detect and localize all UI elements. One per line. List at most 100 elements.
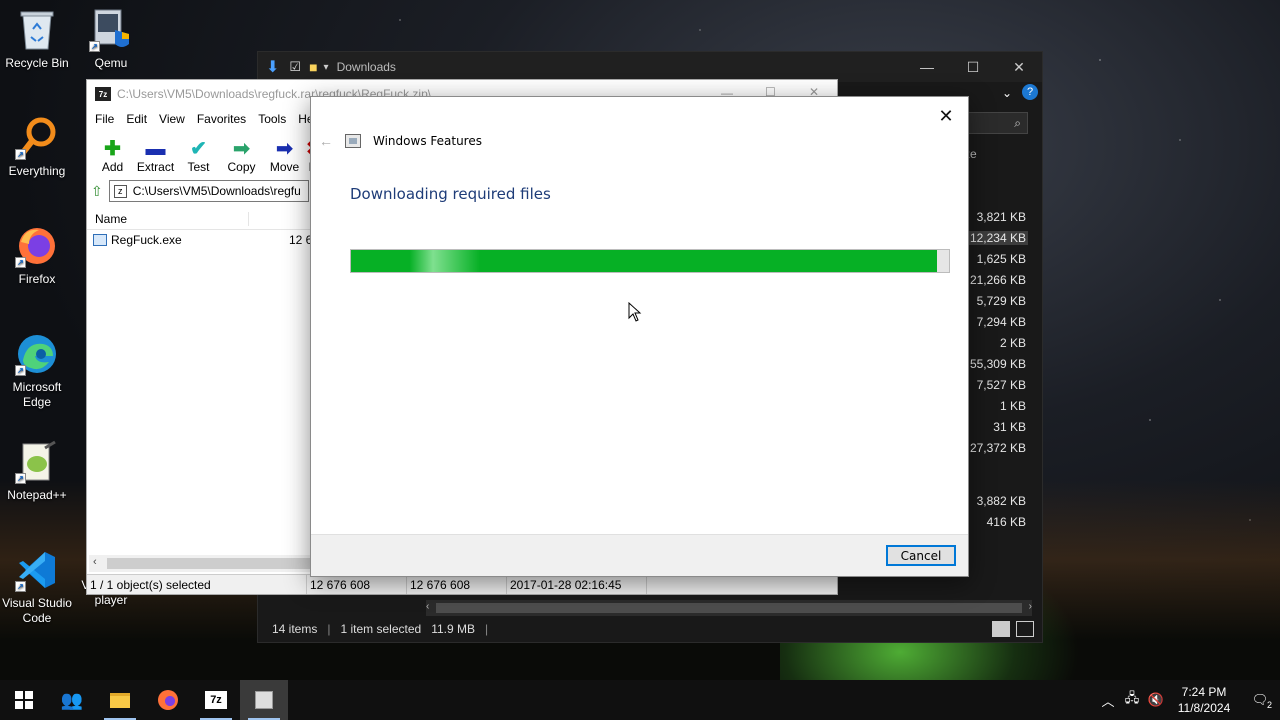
properties-icon[interactable]: ☑: [289, 59, 301, 75]
recycle-bin-icon: [15, 8, 59, 52]
desktop-icon-qemu[interactable]: ↗ Qemu: [74, 8, 148, 71]
taskbar: 👥 7z ︿ 🖧 🔇 7:24 PM 11/8/2024 🗨 2: [0, 680, 1280, 720]
exe-file-icon: [93, 234, 107, 246]
large-icons-view-icon[interactable]: [1016, 621, 1034, 637]
menu-tools[interactable]: Tools: [252, 112, 292, 126]
download-progress-bar: [350, 249, 950, 273]
desktop-icon-vscode[interactable]: ↗ Visual Studio Code: [0, 548, 74, 626]
back-arrow-icon[interactable]: ←: [319, 133, 333, 149]
windows-features-icon: [255, 691, 273, 709]
check-icon: ✔: [190, 138, 207, 160]
clock-date: 11/8/2024: [1177, 701, 1231, 715]
status-size: 12 676 608: [307, 575, 407, 594]
everything-search-icon: ↗: [15, 116, 59, 160]
desktop-icon-edge[interactable]: ↗ Microsoft Edge: [0, 332, 74, 410]
vscode-icon: ↗: [15, 548, 59, 592]
minus-icon: ▬: [145, 138, 166, 160]
help-icon[interactable]: ?: [1022, 84, 1038, 100]
clock[interactable]: 7:24 PM 11/8/2024: [1168, 684, 1240, 716]
selected-count: 1 item selected: [340, 622, 422, 636]
dialog-title: Windows Features: [373, 134, 482, 148]
cancel-button[interactable]: Cancel: [886, 545, 956, 566]
show-hidden-icons-chevron-icon[interactable]: ︿: [1096, 691, 1120, 710]
shortcut-arrow-icon: ↗: [89, 41, 100, 52]
sevenzip-icon: 7z: [205, 691, 227, 709]
details-view-icon[interactable]: [992, 621, 1010, 637]
progress-fill: [351, 250, 938, 272]
up-folder-icon[interactable]: ⇧: [91, 183, 103, 200]
shortcut-arrow-icon: ↗: [15, 473, 26, 484]
shortcut-arrow-icon: ↗: [15, 581, 26, 592]
search-icon: ⌕: [1014, 116, 1021, 130]
dialog-footer: Cancel: [311, 534, 968, 576]
menu-favorites[interactable]: Favorites: [191, 112, 252, 126]
firefox-icon: [158, 690, 178, 710]
folder-icon: ■: [309, 59, 318, 75]
close-button[interactable]: ✕: [930, 101, 962, 131]
file-explorer-icon: [110, 692, 130, 708]
desktop-icon-notepadpp[interactable]: ↗ Notepad++: [0, 440, 74, 503]
status-heading: Downloading required files: [350, 185, 551, 203]
status-packed: 12 676 608: [407, 575, 507, 594]
notification-center-icon[interactable]: 🗨 2: [1240, 692, 1280, 710]
column-header-size[interactable]: ze: [964, 147, 1004, 161]
taskbar-app-firefox[interactable]: [144, 680, 192, 720]
archive-icon: z: [113, 184, 127, 198]
edge-icon: ↗: [15, 332, 59, 376]
desktop-icon-everything[interactable]: ↗ Everything: [0, 116, 74, 179]
notepadpp-icon: ↗: [15, 440, 59, 484]
scroll-left-icon[interactable]: ‹: [93, 556, 97, 568]
scrollbar-thumb[interactable]: [107, 558, 311, 569]
notification-count: 2: [1266, 700, 1272, 710]
extract-button[interactable]: ▬ Extract: [134, 138, 177, 174]
menu-view[interactable]: View: [153, 112, 191, 126]
shortcut-arrow-icon: ↗: [15, 365, 26, 376]
move-button[interactable]: ➡ Move: [263, 138, 306, 174]
desktop-icon-recycle-bin[interactable]: Recycle Bin: [0, 8, 74, 71]
people-icon: 👥: [60, 689, 84, 710]
taskbar-app-7zip[interactable]: 7z: [192, 680, 240, 720]
minimize-button[interactable]: —: [904, 52, 950, 82]
system-tray: ︿ 🖧 🔇 7:24 PM 11/8/2024 🗨 2: [1096, 680, 1280, 720]
move-arrow-icon: ➡: [276, 138, 293, 160]
quick-access-dropdown-icon[interactable]: ▾: [324, 62, 329, 73]
add-button[interactable]: ✚ Add: [91, 138, 134, 174]
plus-icon: ✚: [104, 138, 121, 160]
scrollbar-thumb[interactable]: [436, 603, 1022, 613]
test-button[interactable]: ✔ Test: [177, 138, 220, 174]
ribbon-expand-icon[interactable]: ⌄: [1002, 86, 1012, 100]
shortcut-arrow-icon: ↗: [15, 149, 26, 160]
copy-button[interactable]: ➡ Copy: [220, 138, 263, 174]
clock-time: 7:24 PM: [1181, 685, 1227, 699]
windows-features-dialog[interactable]: ✕ ← Windows Features Downloading require…: [310, 96, 969, 577]
horizontal-scrollbar[interactable]: ‹ ›: [426, 600, 1032, 616]
scroll-left-icon[interactable]: ‹: [426, 601, 429, 612]
explorer-title: Downloads: [336, 60, 396, 74]
network-icon[interactable]: 🖧: [1120, 689, 1144, 711]
sevenzip-app-icon: 7z: [95, 87, 111, 101]
taskbar-app-people[interactable]: 👥: [48, 680, 96, 720]
scroll-right-icon[interactable]: ›: [1029, 601, 1032, 612]
taskbar-app-file-explorer[interactable]: [96, 680, 144, 720]
qemu-icon: ↗: [89, 8, 133, 52]
windows-logo-icon: [15, 691, 33, 709]
dialog-nav: ← Windows Features: [319, 133, 482, 149]
volume-muted-icon[interactable]: 🔇: [1144, 692, 1168, 708]
column-name[interactable]: Name: [95, 211, 249, 226]
close-button[interactable]: ✕: [996, 52, 1042, 82]
menu-file[interactable]: File: [89, 112, 120, 126]
horizontal-scrollbar[interactable]: ‹: [89, 555, 311, 572]
explorer-titlebar[interactable]: ⬇ ☑ ■ ▾ Downloads — ☐ ✕: [258, 52, 1042, 82]
firefox-icon: ↗: [15, 224, 59, 268]
windows-features-icon: [345, 134, 361, 148]
search-box[interactable]: ⌕: [968, 112, 1028, 134]
copy-arrow-icon: ➡: [233, 138, 250, 160]
desktop-icon-firefox[interactable]: ↗ Firefox: [0, 224, 74, 287]
start-button[interactable]: [0, 680, 48, 720]
address-input[interactable]: z C:\Users\VM5\Downloads\regfu: [108, 180, 309, 202]
taskbar-app-windows-features[interactable]: [240, 680, 288, 720]
maximize-button[interactable]: ☐: [950, 52, 996, 82]
shortcut-arrow-icon: ↗: [15, 257, 26, 268]
sevenzip-statusbar: 1 / 1 object(s) selected 12 676 608 12 6…: [87, 574, 837, 594]
menu-edit[interactable]: Edit: [120, 112, 153, 126]
